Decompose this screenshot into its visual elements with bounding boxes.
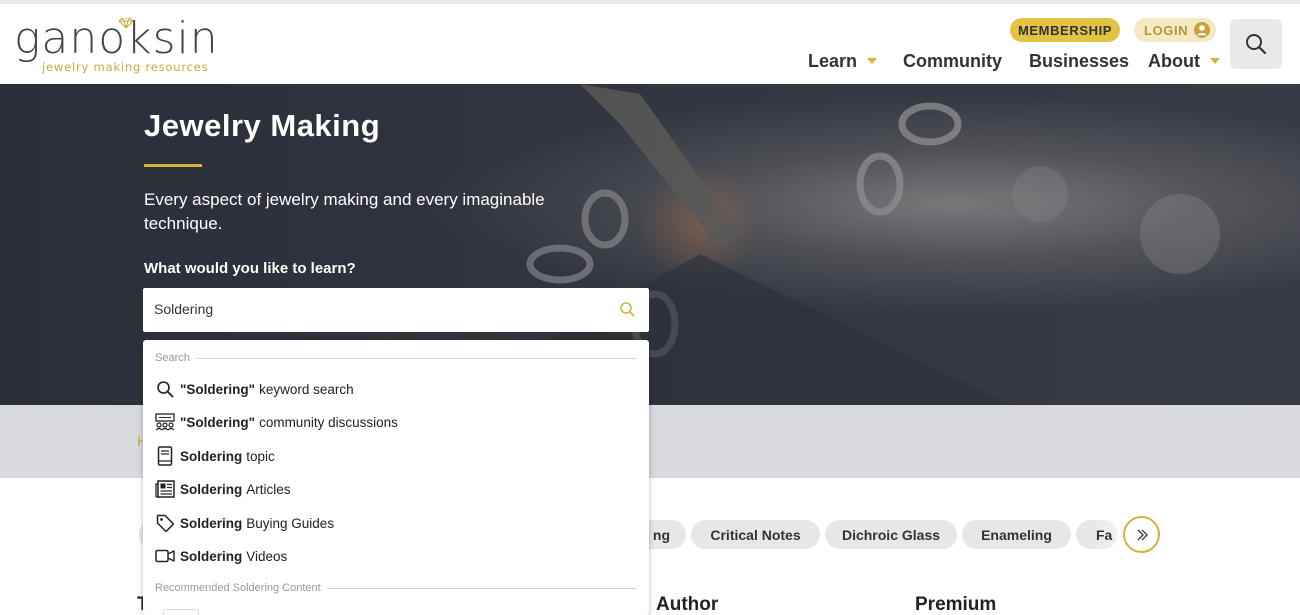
membership-button[interactable]: MEMBERSHIP: [1010, 18, 1120, 42]
chevron-down-icon: [867, 58, 878, 64]
newspaper-icon: [155, 479, 175, 499]
tag-icon: [155, 513, 175, 533]
suggestion-community-discussions[interactable]: "Soldering" community discussions: [155, 410, 398, 434]
nav-learn[interactable]: Learn: [808, 48, 878, 74]
suggestion-term: Soldering: [180, 448, 243, 464]
nav-learn-label: Learn: [808, 50, 858, 71]
suggestion-label: Videos: [246, 548, 288, 564]
video-icon: [155, 546, 175, 566]
search-input-value: Soldering: [154, 301, 214, 317]
recommended-thumbnail[interactable]: [163, 609, 199, 615]
suggestion-term: Soldering: [180, 548, 243, 564]
ganoksin-logo[interactable]: ganoksin jewelry making resources: [14, 14, 218, 75]
community-icon: [155, 412, 175, 432]
site-header: ganoksin jewelry making resources MEMBER…: [0, 4, 1300, 84]
hero-description: Every aspect of jewelry making and every…: [144, 190, 545, 233]
logo-tagline: jewelry making resources: [42, 60, 209, 74]
column-header-premium: Premium: [915, 594, 997, 615]
search-icon: [155, 379, 175, 399]
nav-about-label: About: [1148, 50, 1200, 71]
suggestions-section-recommended: Recommended Soldering Content: [155, 582, 637, 594]
suggestion-label: Articles: [246, 481, 291, 497]
suggestion-label: topic: [246, 448, 275, 464]
double-chevron-right-icon: [1137, 529, 1148, 540]
suggestion-label: Buying Guides: [246, 515, 335, 531]
suggestion-term: Soldering: [180, 481, 243, 497]
nav-businesses[interactable]: Businesses: [1029, 48, 1129, 74]
suggestion-topic[interactable]: Soldering topic: [155, 444, 275, 468]
column-header-author: Author: [656, 594, 719, 615]
book-icon: [155, 446, 175, 466]
topic-chip-dichroic-glass[interactable]: Dichroic Glass: [825, 520, 957, 549]
suggestion-buying-guides[interactable]: Soldering Buying Guides: [155, 511, 334, 535]
suggestions-section-search: Search: [155, 352, 637, 364]
topic-search-input[interactable]: Soldering: [143, 288, 649, 332]
page-title: Jewelry Making: [144, 108, 381, 143]
section-label: Search: [155, 352, 190, 364]
topic-chip-critical-notes[interactable]: Critical Notes: [691, 520, 820, 549]
suggestion-videos[interactable]: Soldering Videos: [155, 544, 287, 568]
title-underline: [144, 164, 202, 167]
nav-about[interactable]: About: [1148, 48, 1220, 74]
logo-wordmark: ganoksin: [14, 13, 219, 64]
login-button[interactable]: LOGIN: [1134, 18, 1216, 42]
header-search-button[interactable]: [1230, 19, 1282, 69]
suggestion-articles[interactable]: Soldering Articles: [155, 477, 291, 501]
nav-community[interactable]: Community: [903, 48, 1002, 74]
topic-chip-enameling[interactable]: Enameling: [962, 520, 1071, 549]
search-icon[interactable]: [619, 301, 635, 317]
suggestion-term: Soldering: [180, 515, 243, 531]
suggestion-term: "Soldering": [180, 381, 256, 397]
diamond-icon: [118, 18, 134, 28]
suggestion-label: keyword search: [259, 381, 354, 397]
suggestion-term: "Soldering": [180, 414, 256, 430]
search-suggestions-dropdown: Search "Soldering" keyword search "Solde…: [143, 340, 649, 615]
search-icon: [1246, 34, 1267, 55]
nav-community-label: Community: [903, 50, 1002, 71]
suggestion-keyword-search[interactable]: "Soldering" keyword search: [155, 377, 354, 401]
login-label: LOGIN: [1144, 22, 1189, 38]
topic-chip-partial[interactable]: Fa: [1076, 520, 1118, 549]
chips-next-button[interactable]: [1123, 516, 1160, 553]
nav-businesses-label: Businesses: [1029, 50, 1130, 71]
suggestion-label: community discussions: [259, 414, 398, 430]
chevron-down-icon: [1209, 58, 1220, 64]
search-prompt: What would you like to learn?: [144, 260, 356, 277]
section-label: Recommended Soldering Content: [155, 582, 321, 594]
user-icon: [1194, 22, 1210, 38]
